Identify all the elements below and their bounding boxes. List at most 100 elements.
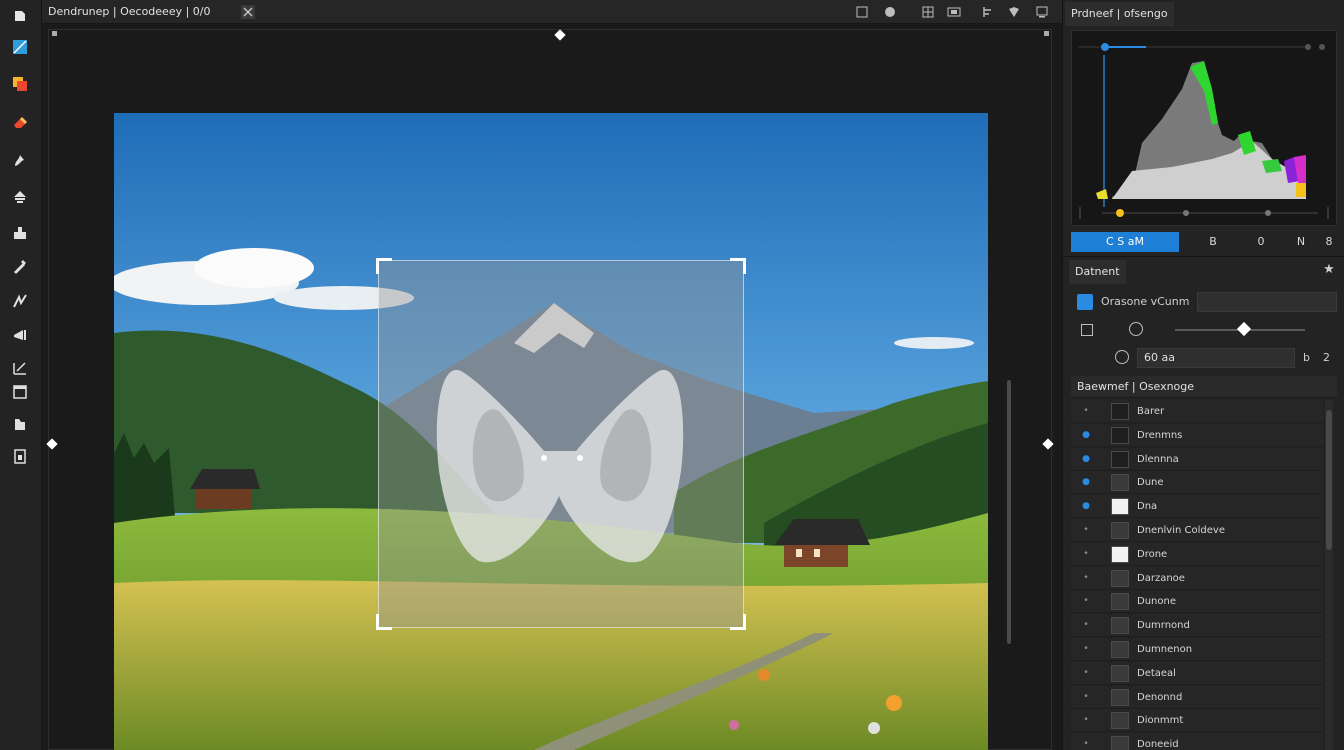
layer-row[interactable]: • Dunone: [1071, 590, 1323, 614]
layer-thumbnail: [1111, 569, 1129, 587]
layer-thumbnail: [1111, 474, 1129, 492]
layer-thumbnail: [1111, 617, 1129, 635]
visibility-icon[interactable]: •: [1081, 739, 1091, 749]
layer-thumbnail: [1111, 522, 1129, 539]
star-icon[interactable]: ★: [1321, 262, 1337, 278]
marker-icon[interactable]: [7, 322, 33, 346]
layer-row[interactable]: • Doneeid: [1071, 733, 1323, 750]
visibility-icon[interactable]: •: [1081, 596, 1091, 606]
histogram-button-b[interactable]: B: [1205, 232, 1221, 252]
value-num-2[interactable]: 2: [1323, 349, 1330, 367]
layer-row[interactable]: ● Dlennna: [1071, 447, 1323, 471]
shield-icon[interactable]: [1006, 4, 1022, 20]
layer-row[interactable]: • Dumrnond: [1071, 614, 1323, 638]
layers-scroll-thumb[interactable]: [1326, 410, 1332, 550]
eraser-icon[interactable]: [7, 110, 33, 134]
layer-row[interactable]: ● Dune: [1071, 471, 1323, 495]
layer-name: Drone: [1137, 548, 1168, 560]
layer-thumbnail: [1111, 736, 1129, 750]
path-icon[interactable]: [7, 288, 33, 312]
visibility-icon[interactable]: ●: [1081, 430, 1091, 440]
property-dropdown[interactable]: [1197, 292, 1337, 312]
visibility-icon[interactable]: •: [1081, 668, 1091, 678]
histogram-mode-button[interactable]: C S aM: [1071, 232, 1179, 252]
divider: [1063, 256, 1344, 257]
top-bar: Dendrunep | Oecodeeey | 0/0: [42, 0, 1062, 24]
layer-name: Dionmmt: [1137, 715, 1184, 727]
properties-tab[interactable]: Datnent: [1069, 260, 1126, 284]
visibility-icon[interactable]: ●: [1081, 454, 1091, 464]
visibility-icon[interactable]: •: [1081, 525, 1091, 535]
screen-icon[interactable]: [1034, 4, 1050, 20]
tools-panel: [0, 0, 42, 750]
layer-row[interactable]: • Drone: [1071, 542, 1323, 566]
grid-icon[interactable]: [854, 4, 870, 20]
layers-scrollbar[interactable]: [1325, 400, 1333, 750]
pen-icon[interactable]: [7, 254, 33, 278]
layer-row[interactable]: • Dumnenon: [1071, 638, 1323, 661]
visibility-icon[interactable]: •: [1081, 573, 1091, 583]
opacity-slider-thumb[interactable]: [1236, 321, 1252, 337]
layer-thumbnail: [1111, 545, 1129, 563]
layer-thumbnail: [1111, 641, 1129, 658]
layer-row[interactable]: ● Drenmns: [1071, 423, 1323, 447]
histogram-button-n[interactable]: N: [1293, 232, 1309, 252]
frame-icon[interactable]: [946, 4, 962, 20]
layer-row[interactable]: • Dionmmt: [1071, 709, 1323, 733]
swatch-icon[interactable]: [7, 72, 33, 96]
visibility-icon[interactable]: •: [1081, 549, 1091, 559]
selection-box[interactable]: [376, 258, 746, 630]
stamp-icon[interactable]: [7, 184, 33, 208]
layer-row[interactable]: • Denonnd: [1071, 685, 1323, 709]
link-icon[interactable]: [1081, 324, 1093, 336]
visibility-icon[interactable]: •: [1081, 715, 1091, 725]
layer-row[interactable]: • Barer: [1071, 400, 1323, 423]
layer-name: Doneeid: [1137, 739, 1179, 750]
value-field[interactable]: 60 aa: [1137, 348, 1295, 368]
align-icon[interactable]: [980, 4, 996, 20]
circle-icon[interactable]: [882, 4, 898, 20]
layer-name: Darzanoe: [1137, 572, 1185, 584]
document-tab[interactable]: Dendrunep | Oecodeeey | 0/0: [48, 3, 211, 21]
layer-thumbnail: [1111, 593, 1129, 611]
layer-thumbnail: [1111, 664, 1129, 682]
opacity-icon[interactable]: [1129, 322, 1143, 336]
close-icon[interactable]: [240, 4, 256, 20]
value-num-b[interactable]: b: [1303, 349, 1310, 367]
hand-icon[interactable]: [7, 412, 33, 436]
slice-icon[interactable]: [7, 356, 33, 380]
layer-name: Barer: [1137, 406, 1165, 417]
layer-name: Dna: [1137, 501, 1158, 513]
color-icon[interactable]: [7, 35, 33, 59]
layer-row[interactable]: ● Dna: [1071, 495, 1323, 519]
histogram-button-8[interactable]: 8: [1321, 232, 1337, 252]
fill-icon[interactable]: [1115, 350, 1129, 364]
corner-marker: [52, 31, 57, 36]
note-icon[interactable]: [7, 380, 33, 404]
layer-name: Dnenlvin Coldeve: [1137, 525, 1225, 536]
hand2-icon[interactable]: [7, 444, 33, 468]
layer-row[interactable]: • Darzanoe: [1071, 566, 1323, 590]
crop-icon[interactable]: [920, 4, 936, 20]
canvas-area[interactable]: [42, 24, 1062, 750]
layer-name: Dune: [1137, 477, 1164, 489]
visibility-icon[interactable]: ●: [1081, 501, 1091, 511]
visibility-icon[interactable]: •: [1081, 620, 1091, 630]
layer-row[interactable]: • Dnenlvin Coldeve: [1071, 519, 1323, 542]
layer-name: Detaeal: [1137, 667, 1176, 679]
visibility-icon[interactable]: •: [1081, 406, 1091, 416]
visibility-icon[interactable]: •: [1081, 644, 1091, 654]
visibility-icon[interactable]: •: [1081, 692, 1091, 702]
histogram-tab[interactable]: Prdneef | ofsengo: [1065, 2, 1174, 26]
select-icon[interactable]: [7, 4, 33, 28]
layers-header[interactable]: Baewmef | Osexnoge: [1071, 376, 1337, 398]
layer-thumbnail: [1111, 688, 1129, 706]
bucket-icon[interactable]: [7, 220, 33, 244]
visibility-icon[interactable]: ●: [1081, 477, 1091, 487]
corner-marker: [1044, 31, 1049, 36]
brush-icon[interactable]: [7, 148, 33, 172]
histogram-button-0[interactable]: 0: [1253, 232, 1269, 252]
layer-name: Dumnenon: [1137, 644, 1193, 655]
layer-row[interactable]: • Detaeal: [1071, 661, 1323, 685]
vertical-scrollbar[interactable]: [1007, 380, 1011, 644]
